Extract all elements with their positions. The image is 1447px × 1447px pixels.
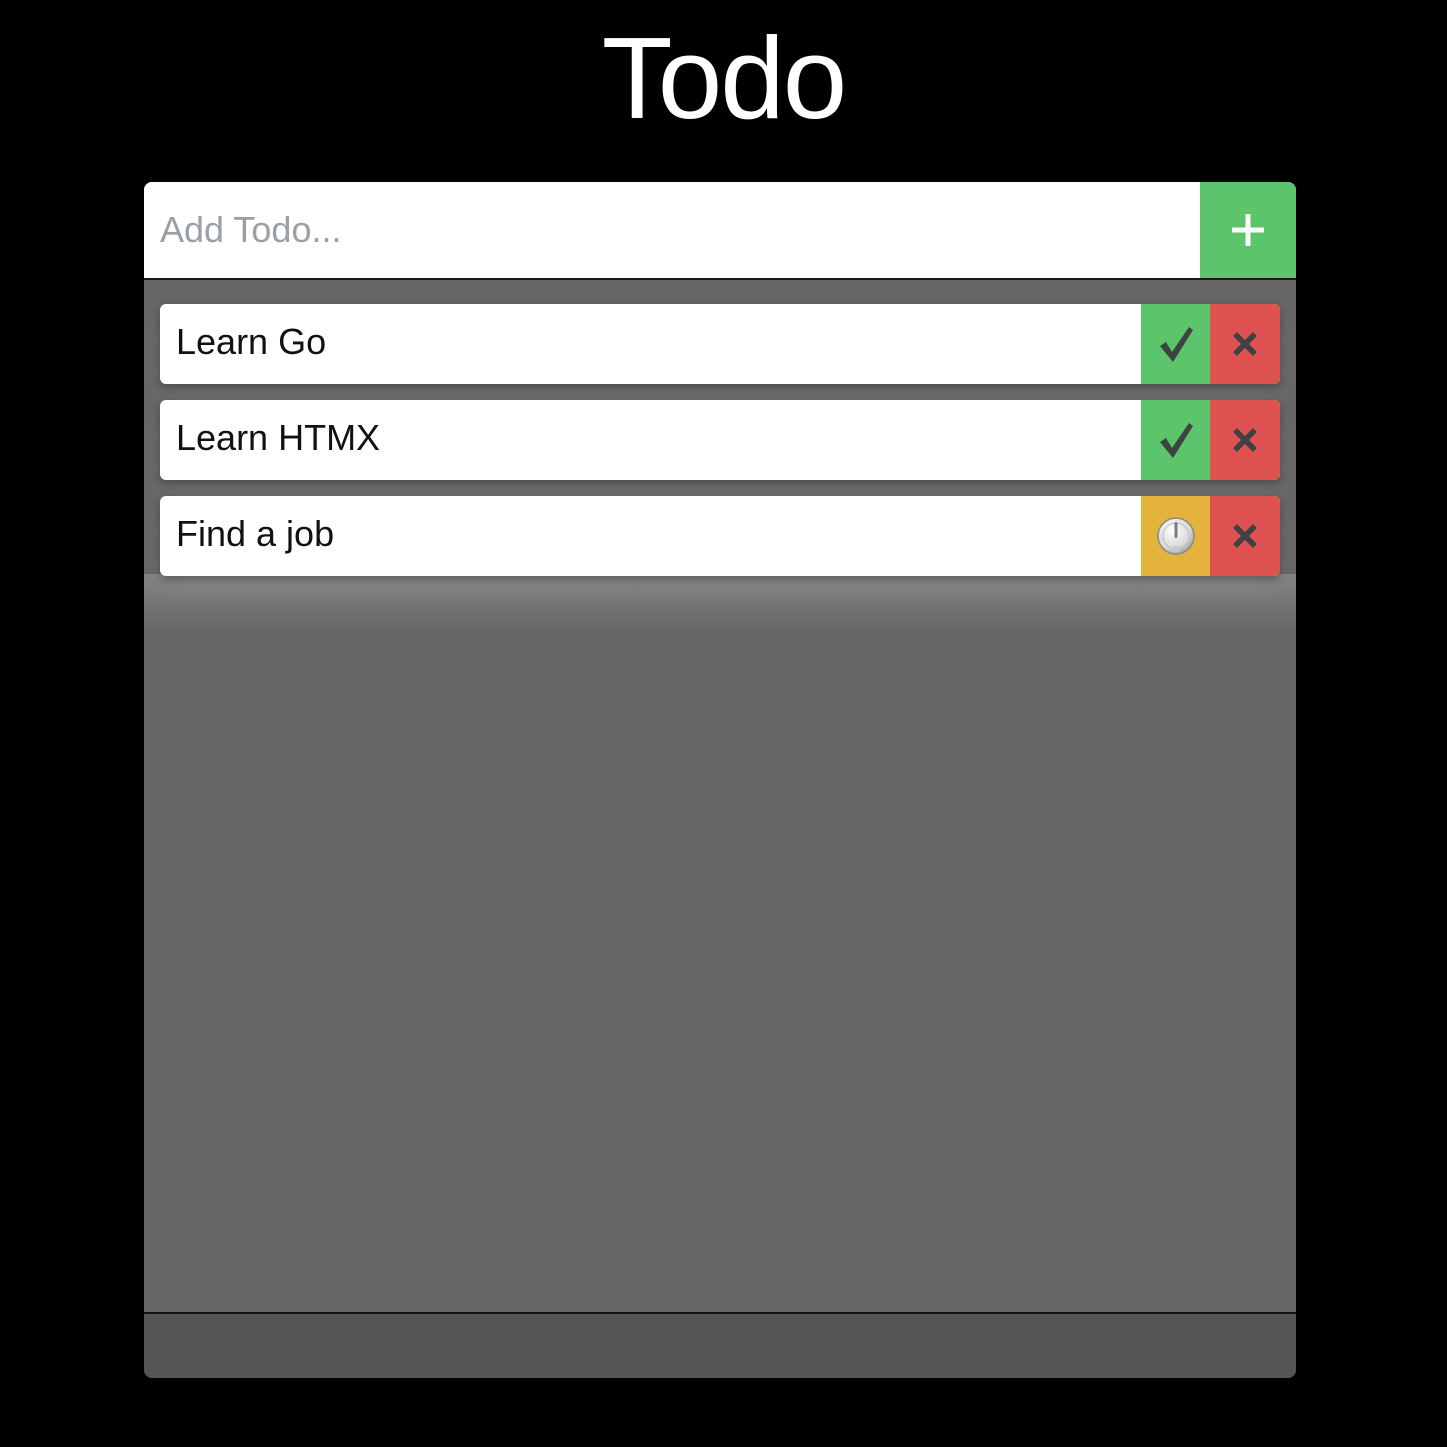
todo-label: Learn HTMX xyxy=(176,417,381,458)
timer-icon xyxy=(1157,517,1195,555)
todo-page: Todo Learn Go xyxy=(0,0,1447,1447)
page-title: Todo xyxy=(601,13,848,143)
todo-label: Find a job xyxy=(176,513,335,554)
delete-button[interactable] xyxy=(1210,400,1280,480)
mark-done-button[interactable] xyxy=(1141,304,1211,384)
add-todo-bar xyxy=(144,182,1296,280)
todo-item: Find a job xyxy=(160,496,1280,576)
plus-icon xyxy=(1232,214,1264,246)
close-icon xyxy=(1233,524,1257,548)
mark-done-button[interactable] xyxy=(1141,496,1211,576)
checkmark-icon xyxy=(1160,423,1193,458)
close-icon xyxy=(1233,428,1257,452)
todo-item: Learn HTMX xyxy=(160,400,1280,480)
delete-button[interactable] xyxy=(1210,496,1280,576)
mark-done-button[interactable] xyxy=(1141,400,1211,480)
todo-card: Learn Go Learn HTMX xyxy=(144,182,1296,1378)
card-footer xyxy=(144,1312,1296,1378)
todo-label: Learn Go xyxy=(176,321,327,362)
todo-item: Learn Go xyxy=(160,304,1280,384)
add-todo-button[interactable] xyxy=(1200,182,1296,278)
checkmark-icon xyxy=(1160,327,1193,362)
todo-list: Learn Go Learn HTMX Find a job xyxy=(160,304,1280,592)
close-icon xyxy=(1233,332,1257,356)
add-todo-input[interactable] xyxy=(144,182,1200,278)
delete-button[interactable] xyxy=(1210,304,1280,384)
